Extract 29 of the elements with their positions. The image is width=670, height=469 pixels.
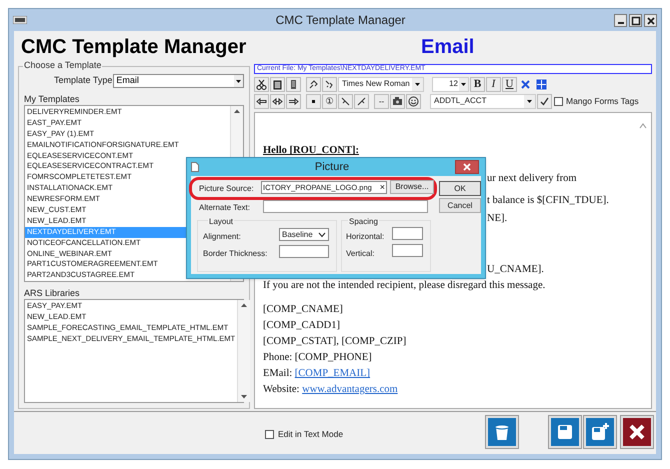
- template-type-heading: Email: [421, 35, 474, 59]
- body-text: Website:: [263, 384, 300, 395]
- field-label: Template Type: [54, 74, 112, 87]
- body-text: [COMP_CNAME]: [263, 303, 343, 317]
- window-title: CMC Template Manager: [274, 12, 406, 29]
- field-label: Picture Source:: [199, 183, 254, 195]
- field-label: Border Thickness:: [203, 248, 268, 260]
- group-label: Spacing: [348, 216, 379, 228]
- body-text: U_CNAME].: [487, 263, 544, 277]
- body-text: ur next delivery from: [487, 172, 577, 186]
- body-text: NE].: [487, 212, 508, 226]
- body-text: If you are not the intended recipient, please disregard this message.: [263, 279, 546, 293]
- group-label: Choose a Template: [23, 60, 102, 71]
- list-label: My Templates: [24, 94, 80, 105]
- checkbox-label: Edit in Text Mode: [278, 428, 344, 441]
- greeting-text: Hello [ROU_CONT]:: [263, 144, 359, 158]
- field-label: Horizontal:: [346, 231, 384, 243]
- list-label: ARS Libraries: [24, 288, 81, 299]
- body-text: [COMP_CADD1]: [263, 319, 340, 333]
- body-text: Phone: [COMP_PHONE]: [263, 351, 372, 365]
- checkbox-label: Mango Forms Tags: [566, 94, 639, 108]
- dialog-title: Picture: [314, 160, 350, 175]
- field-label: Vertical:: [346, 248, 374, 260]
- group-label: Layout: [208, 216, 234, 228]
- app-heading: CMC Template Manager: [21, 35, 248, 59]
- body-text: EMail:: [263, 368, 294, 379]
- body-text: t balance is $[CFIN_TDUE].: [487, 194, 609, 208]
- field-label: Alternate Text:: [199, 202, 250, 214]
- body-text: [COMP_CSTAT], [COMP_CZIP]: [263, 335, 406, 349]
